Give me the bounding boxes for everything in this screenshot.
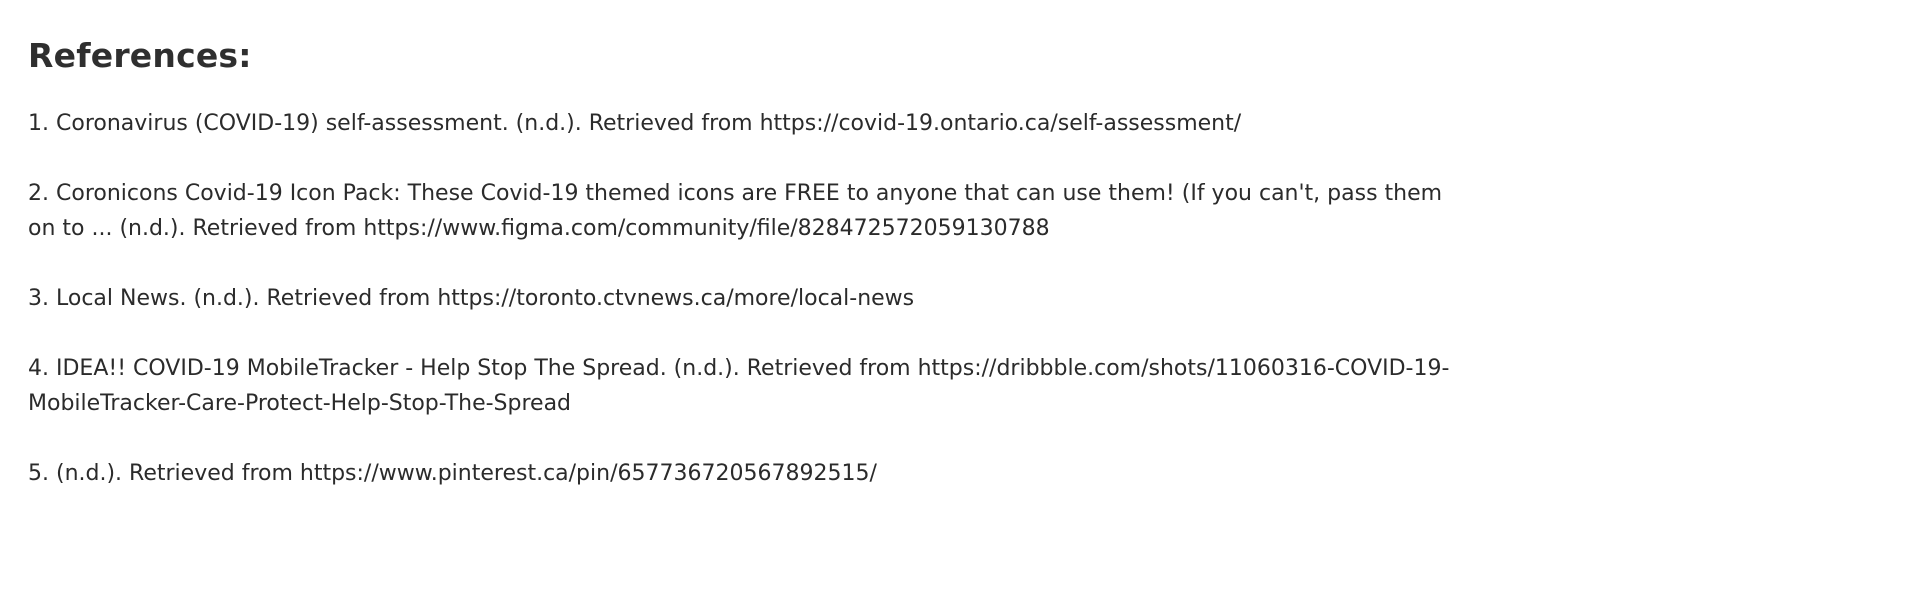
reference-text: Coronavirus (COVID-19) self-assessment. … (56, 111, 1242, 136)
reference-text: Coronicons Covid-19 Icon Pack: These Cov… (28, 181, 1443, 241)
reference-list: 1. Coronavirus (COVID-19) self-assessmen… (28, 106, 1468, 526)
reference-number: 1. (28, 111, 49, 136)
reference-text: (n.d.). Retrieved from https://www.pinte… (56, 461, 877, 486)
reference-text: IDEA!! COVID-19 MobileTracker - Help Sto… (28, 356, 1450, 416)
reference-item-1: 1. Coronavirus (COVID-19) self-assessmen… (28, 106, 1468, 141)
reference-item-4: 4. IDEA!! COVID-19 MobileTracker - Help … (28, 351, 1468, 421)
reference-number: 4. (28, 356, 49, 381)
reference-text: Local News. (n.d.). Retrieved from https… (56, 286, 915, 311)
reference-item-5: 5. (n.d.). Retrieved from https://www.pi… (28, 456, 1468, 491)
reference-item-2: 2. Coronicons Covid-19 Icon Pack: These … (28, 176, 1468, 246)
references-page: References: 1. Coronavirus (COVID-19) se… (0, 0, 1920, 614)
reference-number: 3. (28, 286, 49, 311)
page-title: References: (28, 36, 252, 75)
reference-number: 5. (28, 461, 49, 486)
reference-number: 2. (28, 181, 49, 206)
reference-item-3: 3. Local News. (n.d.). Retrieved from ht… (28, 281, 1468, 316)
